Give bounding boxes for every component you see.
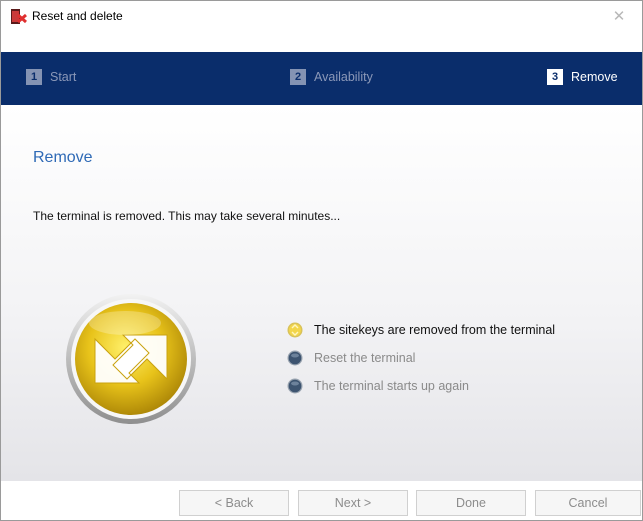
step-label: Start xyxy=(50,70,77,84)
page-title: Remove xyxy=(33,149,93,166)
swap-arrows-icon xyxy=(66,294,196,424)
step-label: Remove xyxy=(571,70,618,84)
title-bar: Reset and delete ✕ xyxy=(1,1,642,31)
app-icon xyxy=(11,9,27,24)
pending-bullet-icon xyxy=(287,378,303,394)
next-button[interactable]: Next > xyxy=(298,490,408,516)
status-label: Reset the terminal xyxy=(314,351,416,365)
content-area: Remove The terminal is removed. This may… xyxy=(1,105,642,481)
in-progress-bullet-icon xyxy=(287,322,303,338)
step-number: 1 xyxy=(26,69,42,85)
button-bar: < Back Next > Done Cancel xyxy=(1,481,642,520)
step-start: 1 Start xyxy=(26,69,76,85)
back-button[interactable]: < Back xyxy=(179,490,289,516)
status-item: The sitekeys are removed from the termin… xyxy=(287,316,555,344)
status-item: The terminal starts up again xyxy=(287,372,555,400)
status-label: The terminal starts up again xyxy=(314,379,469,393)
step-number: 2 xyxy=(290,69,306,85)
status-item: Reset the terminal xyxy=(287,344,555,372)
window-title: Reset and delete xyxy=(32,9,123,23)
step-availability: 2 Availability xyxy=(290,69,373,85)
step-header: 1 Start 2 Availability 3 Remove xyxy=(1,52,642,105)
cancel-button[interactable]: Cancel xyxy=(535,490,641,516)
step-number: 3 xyxy=(547,69,563,85)
description-text: The terminal is removed. This may take s… xyxy=(33,209,341,223)
step-label: Availability xyxy=(314,70,373,84)
status-list: The sitekeys are removed from the termin… xyxy=(287,316,555,400)
done-button[interactable]: Done xyxy=(416,490,526,516)
pending-bullet-icon xyxy=(287,350,303,366)
close-button[interactable]: ✕ xyxy=(596,1,642,31)
dialog-window: Reset and delete ✕ 1 Start 2 Availabilit… xyxy=(0,0,643,521)
step-remove: 3 Remove xyxy=(547,69,618,85)
status-label: The sitekeys are removed from the termin… xyxy=(314,323,556,337)
close-icon: ✕ xyxy=(612,8,626,25)
